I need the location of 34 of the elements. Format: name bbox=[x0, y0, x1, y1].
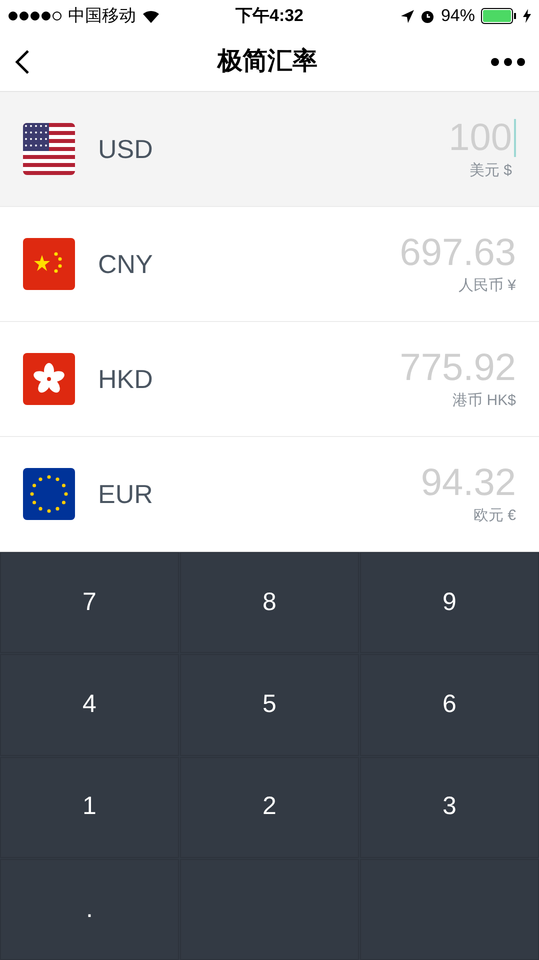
flag-icon bbox=[23, 238, 75, 290]
keypad-key[interactable]: 5 bbox=[180, 654, 359, 756]
back-chevron-icon bbox=[14, 48, 30, 74]
keypad-key[interactable]: 8 bbox=[180, 552, 359, 654]
flag-icon bbox=[23, 353, 75, 405]
flag-icon bbox=[23, 468, 75, 520]
page-title: 极简汇率 bbox=[218, 46, 318, 77]
keypad-key[interactable]: 4 bbox=[0, 654, 179, 756]
alarm-clock-icon bbox=[420, 8, 435, 24]
currency-name: 欧元 € bbox=[473, 506, 516, 526]
keypad-key[interactable]: . bbox=[0, 858, 179, 960]
carrier-name: 中国移动 bbox=[68, 5, 136, 28]
keypad-key[interactable]: 3 bbox=[360, 756, 539, 858]
text-cursor bbox=[514, 118, 516, 157]
battery-icon bbox=[481, 8, 517, 24]
currency-code: HKD bbox=[98, 362, 153, 396]
location-arrow-icon bbox=[400, 10, 414, 22]
battery-percent: 94% bbox=[440, 5, 475, 28]
keypad-key[interactable]: 6 bbox=[360, 654, 539, 756]
flag-icon bbox=[23, 123, 75, 175]
currency-name: 人民币 ¥ bbox=[458, 276, 516, 296]
keypad-key[interactable]: 9 bbox=[360, 552, 539, 654]
currency-name: 港币 HK$ bbox=[452, 390, 516, 411]
charging-bolt-icon bbox=[523, 9, 531, 23]
keypad-key[interactable]: 2 bbox=[180, 756, 359, 858]
clock-time: 下午4:32 bbox=[235, 5, 304, 28]
currency-code: USD bbox=[98, 132, 153, 166]
currency-code: EUR bbox=[98, 478, 153, 510]
wifi-icon bbox=[142, 9, 160, 23]
signal-icon bbox=[8, 11, 62, 21]
currency-code: CNY bbox=[98, 248, 153, 280]
keypad-key[interactable]: 7 bbox=[0, 552, 179, 654]
keypad-key[interactable]: 1 bbox=[0, 756, 179, 858]
currency-name: 美元 $ bbox=[469, 160, 512, 181]
